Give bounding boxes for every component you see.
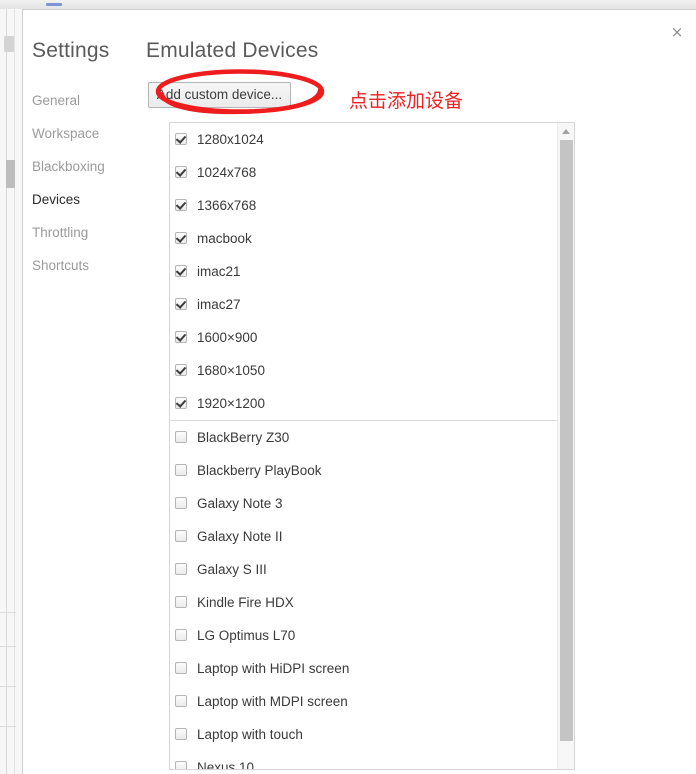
background-rule-1 (6, 0, 7, 774)
device-list-item[interactable]: Galaxy Note II (170, 520, 558, 553)
device-label: Galaxy Note II (197, 529, 283, 544)
device-list-scrollbar[interactable] (557, 123, 574, 769)
background-hairline-1 (0, 612, 16, 613)
sidebar-item-devices[interactable]: Devices (23, 183, 143, 216)
add-device-row: Add custom device... 点击添加设备 (146, 66, 536, 115)
device-checkbox[interactable] (175, 563, 187, 575)
device-list-item[interactable]: 1366x768 (170, 189, 558, 222)
device-list-item[interactable]: 1600×900 (170, 321, 558, 354)
device-checkbox[interactable] (175, 199, 187, 211)
sidebar-item-label: Shortcuts (32, 258, 90, 273)
device-checkbox[interactable] (175, 662, 187, 674)
device-list-item[interactable]: 1024x768 (170, 156, 558, 189)
device-checkbox[interactable] (175, 133, 187, 145)
background-tab-indicator (46, 3, 62, 6)
device-checkbox[interactable] (175, 728, 187, 740)
device-label: 1600×900 (197, 330, 258, 345)
device-label: LG Optimus L70 (197, 628, 296, 643)
device-list-item[interactable]: imac27 (170, 288, 558, 321)
device-list-item[interactable]: Laptop with MDPI screen (170, 685, 558, 718)
sidebar-item-throttling[interactable]: Throttling (23, 216, 143, 249)
device-list-item[interactable]: Laptop with HiDPI screen (170, 652, 558, 685)
device-label: Laptop with MDPI screen (197, 694, 348, 709)
sidebar-item-label: Workspace (32, 126, 100, 141)
device-checkbox[interactable] (175, 265, 187, 277)
annotation-text: 点击添加设备 (349, 90, 464, 112)
device-checkbox[interactable] (175, 629, 187, 641)
sidebar-item-label: Throttling (32, 225, 89, 240)
device-label: imac27 (197, 297, 241, 312)
device-label: imac21 (197, 264, 241, 279)
page-title: Emulated Devices (146, 39, 319, 62)
device-checkbox[interactable] (175, 464, 187, 476)
device-list-item[interactable]: Nexus 10 (170, 751, 558, 770)
device-list-item[interactable]: Galaxy Note 3 (170, 487, 558, 520)
device-list-item[interactable]: Blackberry PlayBook (170, 454, 558, 487)
background-hairline-3 (0, 686, 16, 687)
device-label: Blackberry PlayBook (197, 463, 322, 478)
device-checkbox[interactable] (175, 695, 187, 707)
device-checkbox[interactable] (175, 497, 187, 509)
device-list: 1280x1024 1024x768 1366x768 macbook imac21 im… (170, 123, 558, 770)
device-list-frame: 1280x1024 1024x768 1366x768 macbook imac21 im… (169, 122, 575, 770)
device-list-item[interactable]: LG Optimus L70 (170, 619, 558, 652)
settings-dialog: × Settings Emulated Devices General Works… (22, 9, 696, 774)
sidebar-item-label: Devices (32, 192, 81, 207)
close-icon[interactable]: × (667, 22, 687, 42)
device-label: Laptop with HiDPI screen (197, 661, 350, 676)
device-label: Kindle Fire HDX (197, 595, 294, 610)
add-custom-device-button[interactable]: Add custom device... (148, 82, 291, 108)
device-list-item[interactable]: Kindle Fire HDX (170, 586, 558, 619)
device-checkbox[interactable] (175, 298, 187, 310)
device-list-item[interactable]: 1280x1024 (170, 123, 558, 156)
device-label: BlackBerry Z30 (197, 430, 290, 445)
sidebar-item-shortcuts[interactable]: Shortcuts (23, 249, 143, 282)
device-list-item[interactable]: 1920×1200 (170, 387, 558, 420)
device-list-item[interactable]: imac21 (170, 255, 558, 288)
sidebar-item-blackboxing[interactable]: Blackboxing (23, 150, 143, 183)
device-label: Nexus 10 (197, 760, 255, 770)
device-list-item[interactable]: macbook (170, 222, 558, 255)
settings-heading: Settings (32, 39, 110, 62)
background-rule-2 (14, 0, 15, 774)
device-label: Galaxy Note 3 (197, 496, 283, 511)
device-label: 1280x1024 (197, 132, 264, 147)
device-label: 1680×1050 (197, 363, 265, 378)
scrollbar-thumb[interactable] (560, 140, 573, 741)
device-checkbox[interactable] (175, 431, 187, 443)
settings-sidebar: General Workspace Blackboxing Devices Thrott… (23, 84, 143, 282)
background-left-strip (0, 0, 22, 774)
device-checkbox[interactable] (175, 232, 187, 244)
scroll-up-arrow-icon[interactable] (558, 123, 574, 139)
device-label: Galaxy S III (197, 562, 267, 577)
device-list-item[interactable]: BlackBerry Z30 (170, 421, 558, 454)
sidebar-item-workspace[interactable]: Workspace (23, 117, 143, 150)
background-hairline-4 (0, 726, 16, 727)
background-hairline-2 (0, 646, 16, 647)
device-label: 1366x768 (197, 198, 257, 213)
device-checkbox[interactable] (175, 364, 187, 376)
device-list-item[interactable]: Galaxy S III (170, 553, 558, 586)
background-toolbar (0, 0, 696, 9)
device-label: Laptop with touch (197, 727, 303, 742)
emulated-devices-panel: Add custom device... 点击添加设备 1280x1024 102… (146, 66, 575, 770)
background-chip (4, 36, 14, 52)
device-checkbox[interactable] (175, 530, 187, 542)
device-checkbox[interactable] (175, 331, 187, 343)
sidebar-item-label: Blackboxing (32, 159, 105, 174)
device-label: 1920×1200 (197, 396, 265, 411)
sidebar-item-label: General (32, 93, 81, 108)
sidebar-item-general[interactable]: General (23, 84, 143, 117)
device-label: macbook (197, 231, 252, 246)
device-list-item[interactable]: 1680×1050 (170, 354, 558, 387)
background-chip-2 (6, 160, 15, 188)
device-checkbox[interactable] (175, 397, 187, 409)
device-checkbox[interactable] (175, 596, 187, 608)
device-list-item[interactable]: Laptop with touch (170, 718, 558, 751)
device-checkbox[interactable] (175, 761, 187, 769)
device-checkbox[interactable] (175, 166, 187, 178)
device-label: 1024x768 (197, 165, 257, 180)
